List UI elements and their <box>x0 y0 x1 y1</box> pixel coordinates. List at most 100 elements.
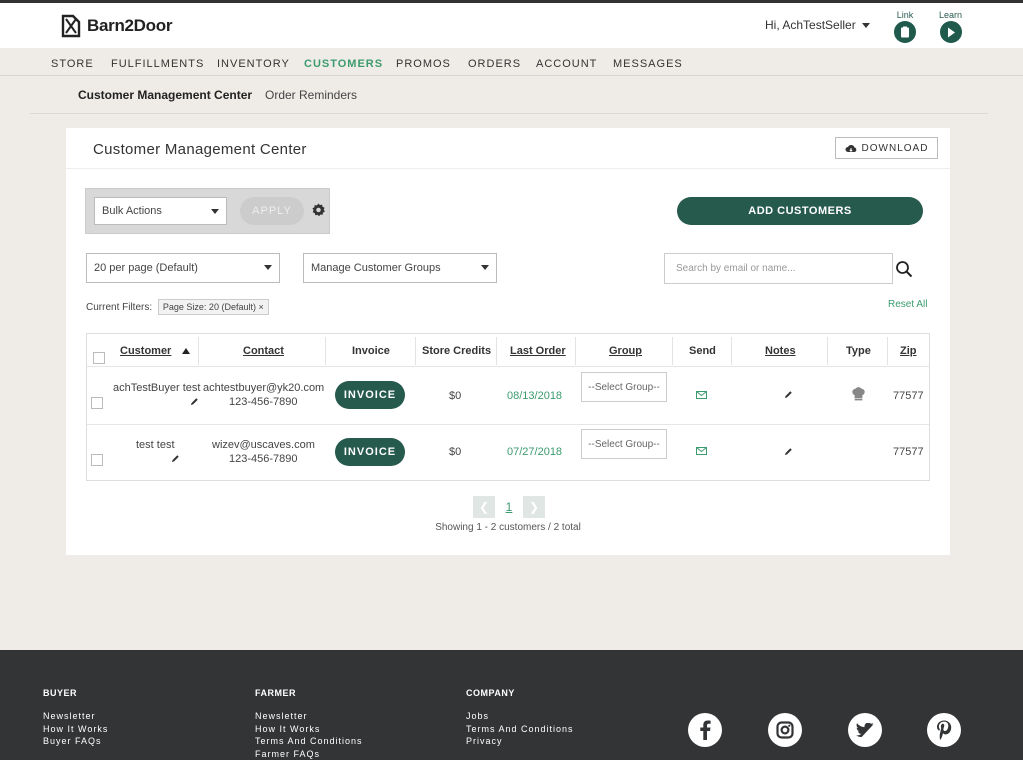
pencil-icon[interactable] <box>784 390 793 399</box>
subnav-order-reminders[interactable]: Order Reminders <box>265 88 357 102</box>
col-contact[interactable]: Contact <box>243 345 284 357</box>
download-button[interactable]: DOWNLOAD <box>835 137 938 159</box>
footer-link[interactable]: How It Works <box>43 723 108 736</box>
invoice-button[interactable]: INVOICE <box>335 438 405 466</box>
col-customer[interactable]: Customer <box>120 345 171 357</box>
bulk-actions-box: Bulk Actions APPLY <box>85 188 330 234</box>
sort-asc-icon[interactable] <box>182 348 190 354</box>
pencil-icon[interactable] <box>784 447 793 456</box>
customer-name[interactable]: test test <box>136 439 175 451</box>
footer: BUYER Newsletter How It Works Buyer FAQs… <box>0 650 1023 760</box>
learn-button[interactable]: Learn <box>939 10 962 43</box>
store-credits: $0 <box>449 390 462 402</box>
next-page-button[interactable]: ❯ <box>523 496 545 518</box>
facebook-icon[interactable] <box>688 713 722 747</box>
footer-link[interactable]: Newsletter <box>255 710 363 723</box>
greeting-text: Hi, AchTestSeller <box>765 18 856 32</box>
col-separator <box>672 337 673 365</box>
subnav-customer-management[interactable]: Customer Management Center <box>78 88 252 102</box>
filter-chip-page-size[interactable]: Page Size: 20 (Default) × <box>157 299 269 315</box>
chevron-down-icon <box>211 209 219 214</box>
pagination-summary: Showing 1 - 2 customers / 2 total <box>435 522 581 533</box>
zip-code: 77577 <box>893 390 924 402</box>
last-order-link[interactable]: 08/13/2018 <box>507 390 562 402</box>
footer-link[interactable]: Buyer FAQs <box>43 735 108 748</box>
gear-icon[interactable] <box>311 203 326 218</box>
brand-logo[interactable]: Barn2Door <box>61 14 172 38</box>
search-input[interactable]: Search by email or name... <box>664 253 893 284</box>
bulk-actions-select[interactable]: Bulk Actions <box>94 197 227 225</box>
footer-link[interactable]: Privacy <box>466 735 574 748</box>
envelope-icon[interactable] <box>696 391 707 399</box>
bulk-actions-value: Bulk Actions <box>102 205 162 217</box>
footer-link[interactable]: Terms And Conditions <box>255 735 363 748</box>
link-label: Link <box>896 10 914 20</box>
link-button[interactable]: Link <box>894 10 916 43</box>
chevron-down-icon <box>264 265 272 270</box>
col-separator <box>415 337 416 365</box>
col-type: Type <box>846 345 871 357</box>
row-divider <box>87 366 929 367</box>
user-menu[interactable]: Hi, AchTestSeller <box>765 18 870 32</box>
col-group[interactable]: Group <box>609 345 642 357</box>
pinterest-icon[interactable] <box>927 713 961 747</box>
footer-link[interactable]: Newsletter <box>43 710 108 723</box>
customer-name[interactable]: achTestBuyer test <box>113 382 200 394</box>
zip-code: 77577 <box>893 446 924 458</box>
customer-email: achtestbuyer@yk20.com <box>203 382 325 394</box>
col-separator <box>887 337 888 365</box>
col-notes[interactable]: Notes <box>765 345 796 357</box>
footer-link[interactable]: Jobs <box>466 710 574 723</box>
play-icon <box>939 21 962 43</box>
chef-hat-icon <box>852 387 865 401</box>
twitter-icon[interactable] <box>848 713 882 747</box>
col-send: Send <box>689 345 716 357</box>
learn-label: Learn <box>939 10 963 20</box>
nav-inventory[interactable]: INVENTORY <box>217 58 290 70</box>
col-last-order[interactable]: Last Order <box>510 345 566 357</box>
page-number-link[interactable]: 1 <box>495 500 523 514</box>
prev-page-button[interactable]: ❮ <box>473 496 495 518</box>
nav-promos[interactable]: PROMOS <box>396 58 451 70</box>
nav-fulfillments[interactable]: FULFILLMENTS <box>111 58 204 70</box>
last-order-link[interactable]: 07/27/2018 <box>507 446 562 458</box>
col-zip[interactable]: Zip <box>900 345 917 357</box>
apply-button[interactable]: APPLY <box>240 197 304 225</box>
footer-link[interactable]: How It Works <box>255 723 363 736</box>
brand-name: Barn2Door <box>87 16 173 35</box>
add-customers-button[interactable]: ADD CUSTOMERS <box>677 197 923 225</box>
customer-groups-select[interactable]: Manage Customer Groups <box>303 253 497 283</box>
barn2door-logo-icon <box>61 14 81 38</box>
footer-link[interactable]: Farmer FAQs <box>255 748 363 760</box>
customer-panel: Customer Management Center DOWNLOAD Bulk… <box>66 128 950 555</box>
pencil-icon[interactable] <box>190 397 199 406</box>
row-divider <box>87 424 929 425</box>
col-separator <box>198 337 199 365</box>
select-all-checkbox[interactable] <box>93 352 105 364</box>
group-select[interactable]: --Select Group-- <box>581 372 667 402</box>
per-page-select[interactable]: 20 per page (Default) <box>86 253 280 283</box>
group-select[interactable]: --Select Group-- <box>581 429 667 459</box>
nav-account[interactable]: ACCOUNT <box>536 58 597 70</box>
search-icon[interactable] <box>895 260 913 278</box>
footer-link[interactable]: Terms And Conditions <box>466 723 574 736</box>
customer-phone: 123-456-7890 <box>229 396 298 408</box>
chevron-down-icon <box>861 23 870 29</box>
page-title: Customer Management Center <box>93 141 307 158</box>
nav-messages[interactable]: MESSAGES <box>613 58 683 70</box>
col-separator <box>731 337 732 365</box>
invoice-button[interactable]: INVOICE <box>335 381 405 409</box>
reset-all-link[interactable]: Reset All <box>888 299 927 310</box>
envelope-icon[interactable] <box>696 447 707 455</box>
col-separator <box>575 337 576 365</box>
col-invoice: Invoice <box>352 345 390 357</box>
nav-orders[interactable]: ORDERS <box>468 58 521 70</box>
row-checkbox[interactable] <box>91 397 103 409</box>
pencil-icon[interactable] <box>171 454 180 463</box>
store-credits: $0 <box>449 446 462 458</box>
row-checkbox[interactable] <box>91 454 103 466</box>
pagination: ❮ 1 ❯ <box>473 496 545 518</box>
nav-store[interactable]: STORE <box>51 58 94 70</box>
nav-customers[interactable]: CUSTOMERS <box>304 58 383 70</box>
instagram-icon[interactable] <box>768 713 802 747</box>
